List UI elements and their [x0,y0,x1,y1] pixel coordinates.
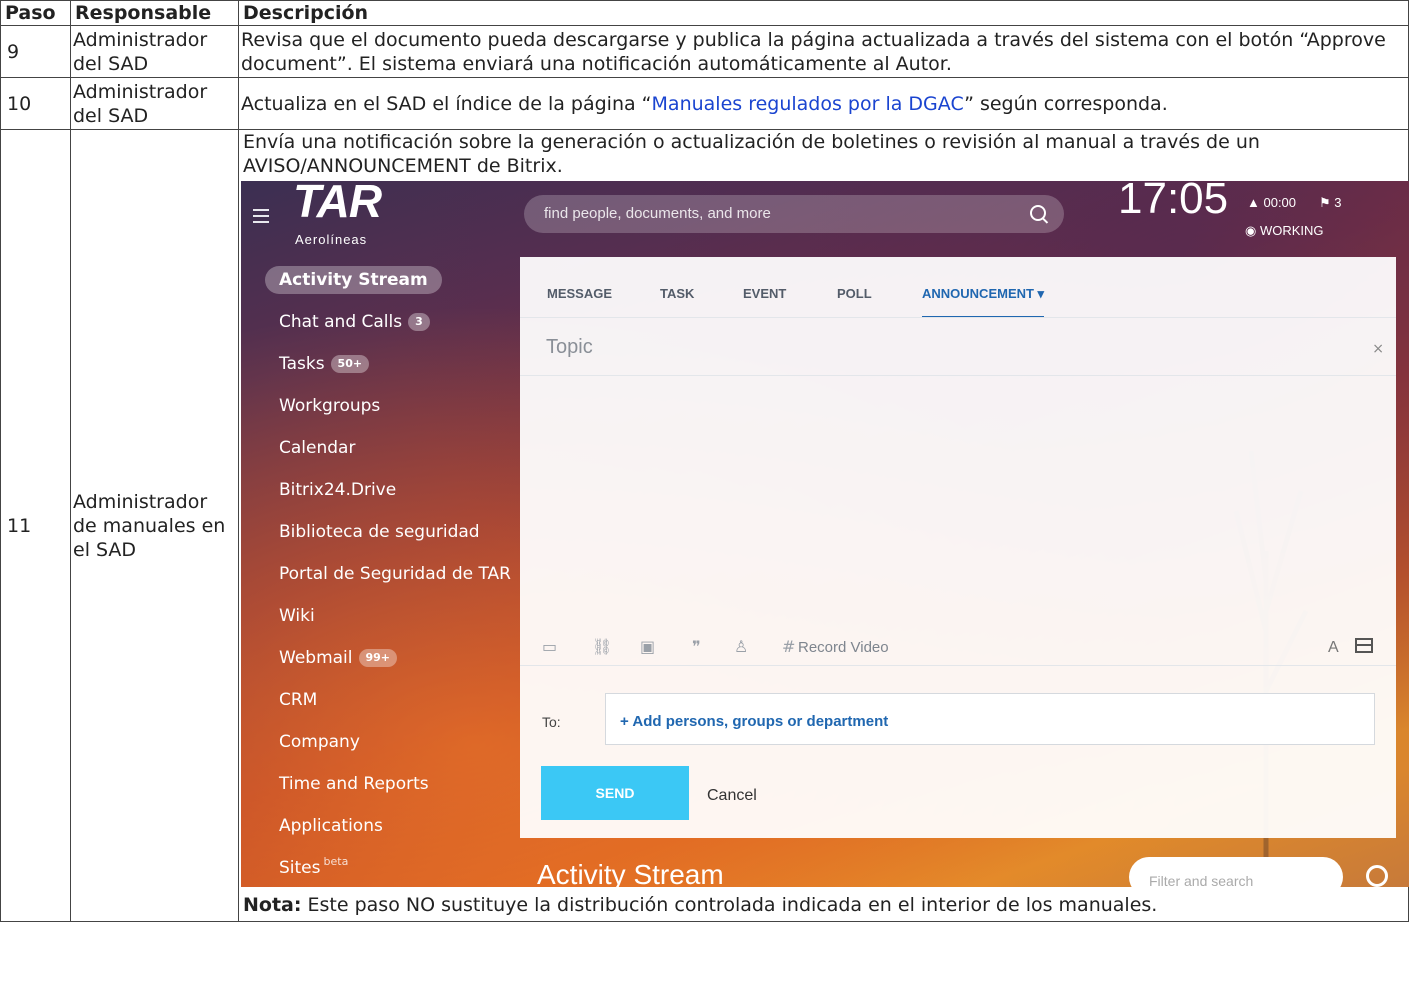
tab-task[interactable]: TASK [660,282,694,306]
flag-count: ⚑ 3 [1319,195,1342,210]
col-responsable: Responsable [70,0,239,26]
post-form: MESSAGE TASK EVENT POLL ANNOUNCEMENT ▾ T… [520,257,1396,838]
search-bar[interactable] [524,195,1064,233]
quote-icon[interactable]: ❞ [692,635,701,659]
search-icon[interactable] [1030,205,1046,221]
table-row: 9 Administrador del SAD Revisa que el do… [0,25,1409,78]
close-icon[interactable]: × [1372,337,1384,361]
sidebar-item-biblioteca[interactable]: Biblioteca de seguridad [265,511,505,553]
col-paso: Paso [0,0,71,26]
recipients-field[interactable]: + Add persons, groups or department [605,693,1375,745]
description: Envía una notificación sobre la generaci… [238,129,1409,922]
sidebar-item-portal[interactable]: Portal de Seguridad de TAR [265,553,511,595]
manuales-link[interactable]: Manuales regulados por la DGAC [652,93,965,115]
note-label: Nota: [243,894,302,916]
sidebar-item-sites[interactable]: Sites beta [265,847,505,887]
note: Nota: Este paso NO sustituye la distribu… [241,893,1406,921]
add-persons-link[interactable]: + Add persons, groups or department [620,710,888,734]
sidebar-item-tasks[interactable]: Tasks 50+ [265,343,505,385]
sidebar-item-chat[interactable]: Chat and Calls 3 [265,301,505,343]
sidebar-item-company[interactable]: Company [265,721,505,763]
responsible: Administrador de manuales en el SAD [70,129,239,922]
video-icon[interactable]: ▣ [640,635,655,659]
sidebar-item-calendar[interactable]: Calendar [265,427,505,469]
note-text: Este paso NO sustituye la distribución c… [301,894,1158,916]
sidebar-item-applications[interactable]: Applications [265,805,505,847]
tab-message[interactable]: MESSAGE [547,282,612,306]
procedure-table: Paso Responsable Descripción 9 Administr… [0,0,1409,922]
file-icon[interactable]: ▭ [542,635,557,659]
link-icon[interactable]: ⛓ [592,635,612,659]
tab-event[interactable]: EVENT [743,282,786,306]
working-status[interactable]: ◉ WORKING [1245,219,1324,243]
logo: TAR [293,181,382,227]
gear-icon[interactable] [1366,865,1388,887]
responsible: Administrador del SAD [70,25,239,78]
sidebar-nav: Activity Stream Chat and Calls 3 Tasks 50+… [265,259,511,887]
sidebar-item-time-reports[interactable]: Time and Reports [265,763,505,805]
logo-subtitle: Aerolíneas [295,232,368,247]
chat-badge: 3 [408,313,430,331]
mention-icon[interactable]: ♙ [734,635,748,659]
menu-icon[interactable] [253,209,269,227]
activity-stream-title: Activity Stream [537,859,724,888]
record-video-button[interactable]: Record Video [798,636,889,660]
webmail-badge: 99+ [358,649,398,667]
tasks-badge: 50+ [330,355,370,373]
filter-search[interactable]: Filter and search [1129,857,1343,887]
font-format-button[interactable]: A [1328,636,1339,660]
sidebar-item-crm[interactable]: CRM [265,679,505,721]
sidebar-item-workgroups[interactable]: Workgroups [265,385,505,427]
responsible: Administrador del SAD [70,77,239,130]
description: Revisa que el documento pueda descargars… [238,25,1409,78]
tab-announcement[interactable]: ANNOUNCEMENT ▾ [922,282,1045,318]
topic-field[interactable]: Topic [546,335,593,359]
sidebar-item-webmail[interactable]: Webmail 99+ [265,637,505,679]
bitrix-screenshot: TAR Aerolíneas 17:05 ▲ 00:00 ⚑ 3 ◉ WORKI… [241,181,1409,887]
description-text: Actualiza en el SAD el índice de la pági… [241,92,652,115]
to-label: To: [542,714,561,730]
col-descripcion: Descripción [238,0,1409,26]
table-row: 11 Administrador de manuales en el SAD E… [0,129,1409,922]
editor-panel-icon[interactable] [1355,638,1373,653]
step-number: 10 [0,77,71,130]
sidebar-item-activity-stream[interactable]: Activity Stream [265,259,505,301]
send-button[interactable]: SEND [541,766,689,820]
beta-label: beta [323,855,349,868]
hashtag-icon[interactable]: # [782,635,795,659]
table-row: 10 Administrador del SAD Actualiza en el… [0,77,1409,130]
search-input[interactable] [542,204,1006,223]
sidebar-item-wiki[interactable]: Wiki [265,595,505,637]
header-row: Paso Responsable Descripción [0,0,1409,26]
description-text: Envía una notificación sobre la generaci… [243,131,1260,177]
sidebar-item-drive[interactable]: Bitrix24.Drive [265,469,505,511]
timer: ▲ 00:00 [1247,195,1297,210]
description: Actualiza en el SAD el índice de la pági… [238,77,1409,130]
tab-poll[interactable]: POLL [837,282,872,306]
clock: 17:05 [1118,181,1229,223]
description-text: ” según corresponda. [964,92,1168,115]
cancel-button[interactable]: Cancel [707,784,757,808]
step-number: 11 [0,129,71,922]
step-number: 9 [0,25,71,78]
